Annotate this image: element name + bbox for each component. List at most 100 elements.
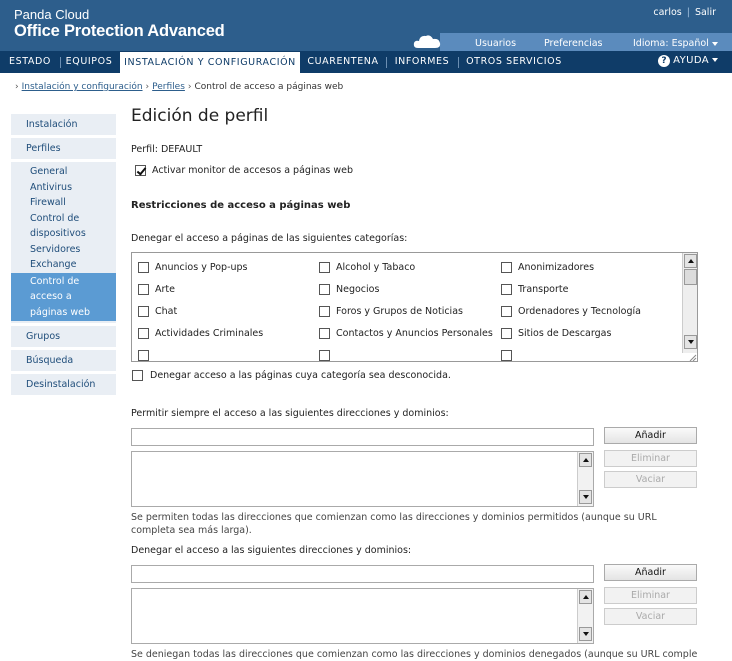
category-checkbox[interactable] <box>319 306 330 317</box>
help-label: AYUDA <box>673 55 709 66</box>
sidebar-item-instalacion[interactable]: Instalación <box>11 114 116 135</box>
scroll-down-button[interactable] <box>579 627 592 641</box>
activate-monitor-label: Activar monitor de accesos a páginas web <box>152 165 354 176</box>
scroll-up-button[interactable] <box>579 453 592 467</box>
sidebar-subitem-control-dispositivos-2[interactable]: dispositivos <box>11 226 116 242</box>
deny-add-button[interactable]: Añadir <box>604 564 697 581</box>
deny-unknown-checkbox[interactable] <box>132 370 143 381</box>
scroll-thumb[interactable] <box>684 269 697 285</box>
categories-scrollbar[interactable] <box>682 253 697 353</box>
main-nav: ESTADO EQUIPOS INSTALACIÓN Y CONFIGURACI… <box>0 51 732 73</box>
category-label: Anonimizadores <box>518 262 595 273</box>
category-checkbox[interactable] <box>138 262 149 273</box>
activate-monitor-checkbox[interactable] <box>135 165 146 176</box>
category-checkbox[interactable] <box>319 284 330 295</box>
sidebar-subitem-servidores-exchange-2[interactable]: Exchange <box>11 257 116 273</box>
category-label: Sitios de Descargas <box>518 328 612 339</box>
allow-list-scrollbar[interactable] <box>577 452 593 506</box>
sidebar-profiles-submenu: General Antivirus Firewall Control de di… <box>11 162 116 323</box>
arrow-down-icon <box>688 340 694 344</box>
help-menu[interactable]: ? AYUDA <box>658 55 718 67</box>
deny-clear-button[interactable]: Vaciar <box>604 608 697 625</box>
category-checkbox[interactable] <box>138 284 149 295</box>
scroll-down-button[interactable] <box>579 490 592 504</box>
category-checkbox[interactable] <box>319 262 330 273</box>
arrow-up-icon <box>583 458 589 462</box>
sidebar-subitem-servidores-exchange-1[interactable]: Servidores <box>11 242 116 258</box>
category-label: Foros y Grupos de Noticias <box>336 306 463 317</box>
user-links: carlos | Salir <box>653 7 716 18</box>
category-checkbox[interactable] <box>138 350 149 361</box>
sidebar-active-line-2: acceso a <box>30 291 72 302</box>
language-selector[interactable]: Idioma: Español <box>633 38 718 49</box>
nav-instalacion-configuracion[interactable]: INSTALACIÓN Y CONFIGURACIÓN <box>120 52 300 73</box>
deny-domain-input[interactable] <box>131 565 594 583</box>
deny-remove-button[interactable]: Eliminar <box>604 587 697 604</box>
allow-add-button[interactable]: Añadir <box>604 427 697 444</box>
category-checkbox[interactable] <box>501 262 512 273</box>
nav-estado[interactable]: ESTADO <box>0 51 60 73</box>
profile-label: Perfil: DEFAULT <box>131 144 203 155</box>
nav-informes[interactable]: INFORMES <box>388 51 456 73</box>
nav-cuarentena[interactable]: CUARENTENA <box>301 51 385 73</box>
scroll-up-button[interactable] <box>579 590 592 604</box>
categories-list[interactable]: Anuncios y Pop-ups Alcohol y Tabaco Anon… <box>131 252 698 362</box>
logout-link[interactable]: Salir <box>695 7 716 18</box>
deny-domains-list[interactable] <box>131 588 594 644</box>
nav-equipos[interactable]: EQUIPOS <box>61 51 117 73</box>
deny-list-scrollbar[interactable] <box>577 589 593 643</box>
category-checkbox[interactable] <box>138 328 149 339</box>
category-checkbox[interactable] <box>319 328 330 339</box>
allow-remove-button[interactable]: Eliminar <box>604 450 697 467</box>
category-checkbox[interactable] <box>501 328 512 339</box>
sidebar-subitem-general[interactable]: General <box>11 164 116 180</box>
breadcrumb: › Instalación y configuración › Perfiles › Co… <box>15 82 344 92</box>
category-label: Anuncios y Pop-ups <box>155 262 248 273</box>
allow-note: Se permiten todas las direcciones que co… <box>131 512 657 536</box>
deny-domains-label: Denegar el acceso a las siguientes direc… <box>131 545 412 556</box>
sidebar-item-busqueda[interactable]: Búsqueda <box>11 350 116 371</box>
category-label: Actividades Criminales <box>155 328 264 339</box>
arrow-down-icon <box>583 632 589 636</box>
category-checkbox[interactable] <box>501 284 512 295</box>
category-checkbox[interactable] <box>501 306 512 317</box>
chevron-down-icon <box>712 58 718 62</box>
users-link[interactable]: Usuarios <box>475 38 516 49</box>
allow-domain-input[interactable] <box>131 428 594 446</box>
breadcrumb-perfiles[interactable]: Perfiles <box>152 82 185 92</box>
allow-clear-button[interactable]: Vaciar <box>604 471 697 488</box>
preferences-link[interactable]: Preferencias <box>544 38 603 49</box>
deny-note: Se deniegan todas las direcciones que co… <box>131 649 697 660</box>
sidebar-item-desinstalacion[interactable]: Desinstalación <box>11 374 116 395</box>
app-header: Panda Cloud Office Protection Advanced c… <box>0 0 732 51</box>
arrow-up-icon <box>583 595 589 599</box>
nav-otros-servicios[interactable]: OTROS SERVICIOS <box>460 51 568 73</box>
sidebar-item-perfiles[interactable]: Perfiles <box>11 138 116 159</box>
chevron-down-icon <box>711 41 718 46</box>
breadcrumb-current: Control de acceso a páginas web <box>194 82 344 92</box>
category-checkbox[interactable] <box>138 306 149 317</box>
arrow-down-icon <box>583 495 589 499</box>
sidebar: Instalación Perfiles General Antivirus F… <box>11 114 116 398</box>
sidebar-subitem-control-acceso-web[interactable]: Control de acceso a páginas web <box>11 272 116 321</box>
sidebar-subitem-firewall[interactable]: Firewall <box>11 195 116 211</box>
sidebar-subitem-antivirus[interactable]: Antivirus <box>11 180 116 196</box>
sidebar-subitem-control-dispositivos-1[interactable]: Control de <box>11 211 116 227</box>
category-label: Contactos y Anuncios Personales <box>336 328 493 339</box>
help-icon: ? <box>658 55 671 67</box>
resize-grip-icon[interactable] <box>688 353 697 362</box>
sidebar-item-grupos[interactable]: Grupos <box>11 326 116 347</box>
allow-domains-label: Permitir siempre el acceso a las siguien… <box>131 408 449 419</box>
scroll-down-button[interactable] <box>684 335 697 349</box>
brand-line-2: Office Protection Advanced <box>14 22 225 40</box>
deny-categories-label: Denegar el acceso a páginas de las sigui… <box>131 233 408 244</box>
sidebar-active-line-1: Control de <box>30 275 80 287</box>
allow-domains-list[interactable] <box>131 451 594 507</box>
deny-unknown-label: Denegar acceso a las páginas cuya catego… <box>150 370 451 381</box>
breadcrumb-instalacion[interactable]: Instalación y configuración <box>22 82 143 92</box>
scroll-up-button[interactable] <box>684 254 697 268</box>
user-name: carlos <box>653 7 682 18</box>
category-checkbox[interactable] <box>501 350 512 361</box>
brand-line-1: Panda Cloud <box>14 7 90 22</box>
category-checkbox[interactable] <box>319 350 330 361</box>
